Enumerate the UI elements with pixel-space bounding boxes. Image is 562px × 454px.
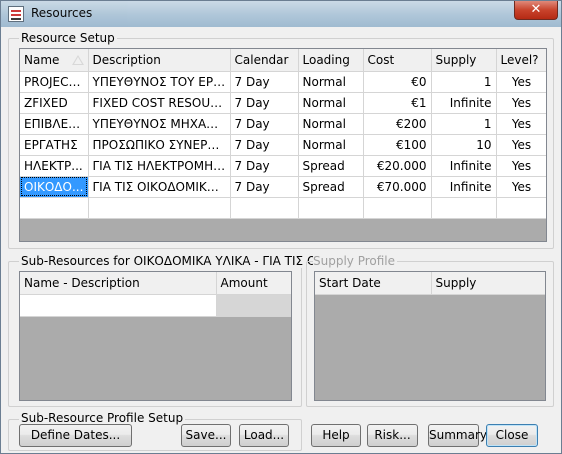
table-row[interactable]: ΕΡΓΑΤΗΣ ΠΡΟΣΩΠΙΚΟ ΣΥΝΕΡΓΕΙ... 7 Day Normal €…	[20, 134, 546, 156]
cell-level[interactable]: Yes	[496, 176, 546, 198]
cell-description[interactable]: ΓΙΑ ΤΙΣ ΗΛΕΚΤΡΟΜΗΧ...	[88, 155, 231, 177]
table-row[interactable]	[20, 294, 291, 317]
cell-loading[interactable]: Normal	[298, 92, 364, 114]
column-header-name[interactable]: Name	[20, 49, 89, 72]
empty-cell[interactable]	[230, 197, 299, 219]
column-header-level[interactable]: Level?	[496, 49, 546, 72]
cell-loading[interactable]: Normal	[298, 113, 364, 135]
resource-grid[interactable]: Name Description Calendar Loading Cost Supply…	[19, 48, 547, 242]
cell-calendar[interactable]: 7 Day	[230, 71, 299, 93]
cell-calendar[interactable]: 7 Day	[230, 176, 299, 198]
cell-supply[interactable]: Infinite	[431, 155, 497, 177]
cell-description[interactable]: FIXED COST RESOURCE ...	[88, 92, 231, 114]
cell-description[interactable]: ΥΠΕΥΘΥΝΟΣ ΜΗΧΑΝΙΚ...	[88, 113, 231, 135]
cell-supply[interactable]: 1	[431, 71, 497, 93]
cell-description[interactable]: ΓΙΑ ΤΙΣ ΟΙΚΟΔΟΜΙΚΕΣ Ε...	[88, 176, 231, 198]
cell-name[interactable]: ΕΡΓΑΤΗΣ	[20, 134, 89, 156]
cell-loading[interactable]: Spread	[298, 176, 364, 198]
cell-level[interactable]: Yes	[496, 113, 546, 135]
cell-level[interactable]: Yes	[496, 134, 546, 156]
help-button[interactable]: Help	[311, 424, 361, 447]
load-button[interactable]: Load...	[239, 424, 289, 447]
cell-calendar[interactable]: 7 Day	[230, 113, 299, 135]
cell-supply[interactable]: 10	[431, 134, 497, 156]
cell-cost[interactable]: €200	[363, 113, 432, 135]
cell-description[interactable]: ΠΡΟΣΩΠΙΚΟ ΣΥΝΕΡΓΕΙ...	[88, 134, 231, 156]
cell-name[interactable]: ΗΛΕΚΤΡ...	[20, 155, 89, 177]
summary-button[interactable]: Summary	[428, 424, 487, 447]
supply-profile-grid[interactable]: Start Date Supply	[314, 271, 546, 401]
empty-cell[interactable]	[20, 197, 89, 219]
new-row[interactable]	[20, 197, 546, 219]
cell-cost[interactable]: €0	[363, 71, 432, 93]
window-title: Resources	[31, 6, 93, 20]
cell-level[interactable]: Yes	[496, 155, 546, 177]
empty-cell[interactable]	[363, 197, 432, 219]
cell-cost[interactable]: €70.000	[363, 176, 432, 198]
column-header-start-date[interactable]: Start Date	[315, 272, 432, 295]
close-button[interactable]: Close	[486, 424, 538, 447]
cell-cost[interactable]: €1	[363, 92, 432, 114]
cell-name[interactable]: PROJECT ...	[20, 71, 89, 93]
cell-cost[interactable]: €100	[363, 134, 432, 156]
empty-cell[interactable]	[431, 197, 497, 219]
empty-cell[interactable]	[496, 197, 546, 219]
column-header-supply[interactable]: Supply	[431, 49, 497, 72]
empty-cell[interactable]	[88, 197, 231, 219]
new-row-amount-cell[interactable]	[216, 294, 291, 317]
define-dates-button[interactable]: Define Dates...	[19, 424, 132, 447]
save-button[interactable]: Save...	[181, 424, 231, 447]
cell-name[interactable]: ΟΙΚΟΔΟ...	[20, 176, 89, 198]
cell-loading[interactable]: Normal	[298, 134, 364, 156]
cell-name[interactable]: ΕΠΙΒΛΕΠ...	[20, 113, 89, 135]
supply-profile-table: Start Date Supply	[315, 272, 545, 295]
app-icon	[8, 6, 24, 22]
table-row[interactable]: ΗΛΕΚΤΡ... ΓΙΑ ΤΙΣ ΗΛΕΚΤΡΟΜΗΧ... 7 Day Sprea…	[20, 155, 546, 177]
window-close-button[interactable]: ✕	[514, 1, 558, 20]
column-header-calendar[interactable]: Calendar	[230, 49, 299, 72]
resources-window: Resources ✕ Resource Setup Name Descripti…	[0, 0, 562, 454]
cell-level[interactable]: Yes	[496, 71, 546, 93]
sub-resources-grid[interactable]: Name - Description Amount	[19, 271, 292, 401]
sub-resources-table: Name - Description Amount	[20, 272, 291, 317]
column-header-amount[interactable]: Amount	[216, 272, 291, 295]
cell-name[interactable]: ZFIXED	[20, 92, 89, 114]
table-row[interactable]: ΟΙΚΟΔΟ... ΓΙΑ ΤΙΣ ΟΙΚΟΔΟΜΙΚΕΣ Ε... 7 Day Sp…	[20, 176, 546, 198]
sort-ascending-icon	[71, 55, 84, 65]
table-row[interactable]: ZFIXEDFIXED COST RESOURCE ...7 DayNormal…	[20, 92, 546, 114]
table-row[interactable]: PROJECT ... ΥΠΕΥΘΥΝΟΣ ΤΟΥ ΕΡΓΟΥ 7 Day Norma…	[20, 71, 546, 93]
new-row-name-cell[interactable]	[20, 294, 217, 317]
column-header-loading[interactable]: Loading	[298, 49, 364, 72]
cell-calendar[interactable]: 7 Day	[230, 155, 299, 177]
profile-setup-label: Sub-Resource Profile Setup	[19, 411, 186, 425]
empty-cell[interactable]	[298, 197, 364, 219]
table-row[interactable]: ΕΠΙΒΛΕΠ... ΥΠΕΥΘΥΝΟΣ ΜΗΧΑΝΙΚ... 7 Day Norma…	[20, 113, 546, 135]
resource-setup-label: Resource Setup	[19, 31, 117, 45]
cell-supply[interactable]: Infinite	[431, 92, 497, 114]
column-header-name-description[interactable]: Name - Description	[20, 272, 217, 295]
cell-cost[interactable]: €20.000	[363, 155, 432, 177]
cell-level[interactable]: Yes	[496, 92, 546, 114]
risk-button[interactable]: Risk...	[367, 424, 418, 447]
title-bar[interactable]: Resources	[1, 1, 561, 27]
cell-calendar[interactable]: 7 Day	[230, 134, 299, 156]
cell-calendar[interactable]: 7 Day	[230, 92, 299, 114]
cell-supply[interactable]: 1	[431, 113, 497, 135]
supply-profile-label: Supply Profile	[313, 254, 398, 268]
resource-table: Name Description Calendar Loading Cost Supply…	[20, 49, 546, 219]
column-header-cost[interactable]: Cost	[363, 49, 432, 72]
cell-loading[interactable]: Spread	[298, 155, 364, 177]
cell-supply[interactable]: Infinite	[431, 176, 497, 198]
column-header-description[interactable]: Description	[88, 49, 231, 72]
cell-loading[interactable]: Normal	[298, 71, 364, 93]
cell-description[interactable]: ΥΠΕΥΘΥΝΟΣ ΤΟΥ ΕΡΓΟΥ	[88, 71, 231, 93]
column-header-supply[interactable]: Supply	[431, 272, 545, 295]
